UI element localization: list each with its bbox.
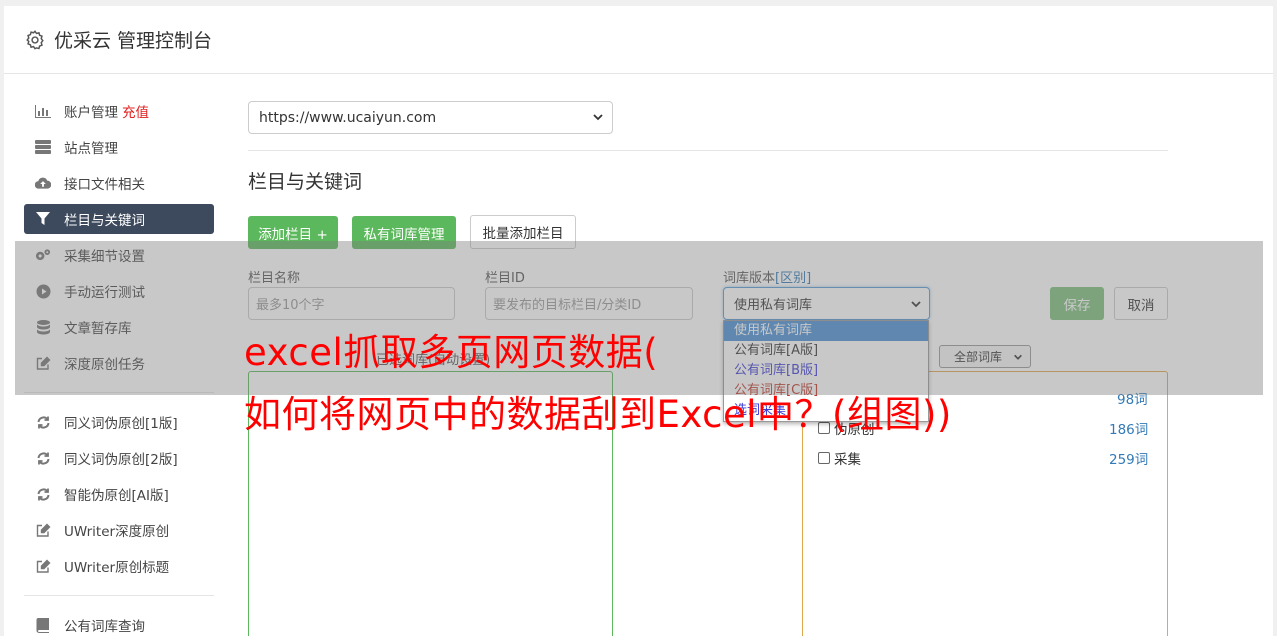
- edit-icon: [35, 558, 51, 574]
- sidebar-item-label: 公有词库查询: [64, 619, 145, 635]
- sidebar-item-label: 同义词伪原创[1版]: [64, 416, 178, 432]
- bar-chart-icon: [35, 103, 51, 119]
- cloud-upload-icon: [35, 175, 51, 191]
- sidebar-item-uwriter-deep[interactable]: UWriter深度原创: [24, 515, 214, 545]
- recharge-link[interactable]: 充值: [122, 101, 149, 121]
- site-select-value: https://www.ucaiyun.com: [259, 109, 437, 126]
- sidebar-item-interface-files[interactable]: 接口文件相关: [24, 168, 214, 198]
- sidebar-item-label: 同义词伪原创[2版]: [64, 452, 178, 468]
- sidebar-item-label: 智能伪原创[AI版]: [64, 488, 169, 504]
- header: 优采云 管理控制台: [4, 6, 1273, 74]
- sidebar-item-label: UWriter深度原创: [64, 524, 170, 540]
- refresh-icon: [35, 486, 51, 502]
- sidebar-item-sites[interactable]: 站点管理: [24, 132, 214, 162]
- library-checkbox[interactable]: [818, 452, 830, 464]
- refresh-icon: [35, 450, 51, 466]
- sidebar-item-label: UWriter原创标题: [64, 560, 170, 576]
- sidebar-item-label: 接口文件相关: [64, 177, 145, 193]
- sidebar-divider: [24, 595, 214, 596]
- sidebar-item-synonym-v2[interactable]: 同义词伪原创[2版]: [24, 443, 214, 473]
- sidebar-item-label: 账户管理: [64, 105, 118, 121]
- section-divider: [248, 150, 1168, 151]
- edit-icon: [35, 522, 51, 538]
- sidebar-item-account[interactable]: 账户管理 充值: [24, 96, 214, 126]
- headline-line-1: excel抓取多页网页数据(: [244, 331, 659, 374]
- library-name: 采集: [834, 452, 861, 468]
- book-icon: [35, 617, 51, 633]
- site-select[interactable]: https://www.ucaiyun.com: [248, 101, 613, 134]
- library-option[interactable]: 采集: [818, 448, 861, 468]
- library-word-count: 259词: [1109, 452, 1149, 468]
- sidebar-item-columns-keywords[interactable]: 栏目与关键词: [24, 204, 214, 234]
- sidebar-item-synonym-v1[interactable]: 同义词伪原创[1版]: [24, 407, 214, 437]
- refresh-icon: [35, 414, 51, 430]
- headline-line-2: 如何将网页中的数据刮到Excel中？(组图)): [244, 393, 952, 436]
- sidebar-item-public-lib-query[interactable]: 公有词库查询: [24, 610, 214, 636]
- page-title: 优采云 管理控制台: [54, 30, 213, 52]
- chevron-down-icon: [593, 114, 603, 121]
- sidebar-item-label: 站点管理: [64, 141, 118, 157]
- section-title: 栏目与关键词: [248, 171, 363, 193]
- sidebar-item-ai-rewrite[interactable]: 智能伪原创[AI版]: [24, 479, 214, 509]
- sidebar-item-uwriter-title[interactable]: UWriter原创标题: [24, 551, 214, 581]
- gear-icon: [26, 29, 44, 50]
- sidebar-item-label: 栏目与关键词: [64, 213, 145, 229]
- filter-icon: [35, 211, 51, 227]
- library-word-count: 186词: [1109, 422, 1149, 438]
- server-icon: [35, 139, 51, 155]
